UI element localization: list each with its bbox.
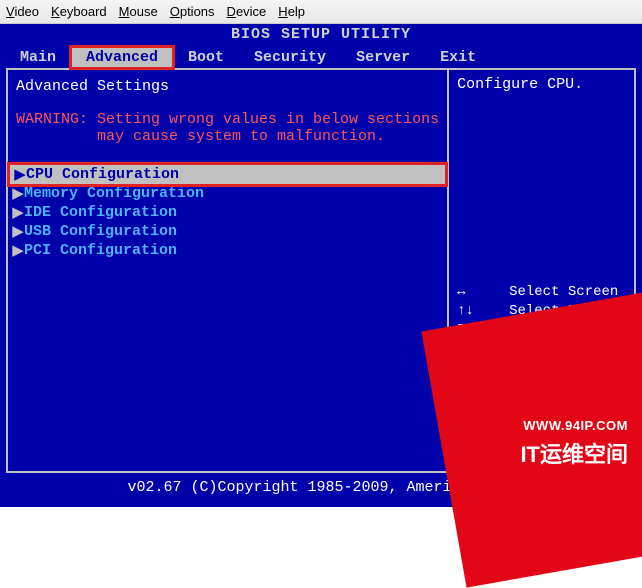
watermark-site: WWW.94IP.COM — [520, 418, 628, 433]
menu-help[interactable]: Help — [278, 4, 305, 19]
triangle-icon: ▶ — [12, 241, 24, 260]
triangle-icon: ▶ — [12, 203, 24, 222]
item-label: USB Configuration — [24, 223, 177, 240]
viewer-menu-bar: Video Keyboard Mouse Options Device Help — [0, 0, 642, 24]
item-memory-configuration[interactable]: ▶ Memory Configuration — [8, 184, 447, 203]
item-label: IDE Configuration — [24, 204, 177, 221]
bios-title: BIOS SETUP UTILITY — [0, 24, 642, 46]
context-help: Configure CPU. — [457, 76, 626, 93]
tab-advanced[interactable]: Advanced — [72, 48, 172, 67]
item-cpu-configuration[interactable]: ▶ CPU Configuration — [10, 165, 445, 184]
menu-options[interactable]: Options — [170, 4, 215, 19]
key-arrows-lr: ↔ — [457, 283, 509, 302]
menu-mouse[interactable]: Mouse — [119, 4, 158, 19]
warning-text: WARNING: Setting wrong values in below s… — [8, 109, 447, 147]
tab-exit[interactable]: Exit — [426, 48, 490, 67]
item-pci-configuration[interactable]: ▶ PCI Configuration — [8, 241, 447, 260]
menu-device[interactable]: Device — [227, 4, 267, 19]
triangle-icon: ▶ — [14, 165, 26, 184]
item-label: Memory Configuration — [24, 185, 204, 202]
bios-tab-bar: Main Advanced Boot Security Server Exit — [0, 46, 642, 68]
item-label: CPU Configuration — [26, 166, 179, 183]
tab-main[interactable]: Main — [6, 48, 70, 67]
triangle-icon: ▶ — [12, 222, 24, 241]
item-usb-configuration[interactable]: ▶ USB Configuration — [8, 222, 447, 241]
left-pane: Advanced Settings WARNING: Setting wrong… — [6, 70, 449, 473]
menu-keyboard[interactable]: Keyboard — [51, 4, 107, 19]
watermark-text: WWW.94IP.COM IT运维空间 — [520, 418, 628, 469]
triangle-icon: ▶ — [12, 184, 24, 203]
tab-boot[interactable]: Boot — [174, 48, 238, 67]
menu-video[interactable]: Video — [6, 4, 39, 19]
section-title: Advanced Settings — [8, 76, 447, 97]
item-label: PCI Configuration — [24, 242, 177, 259]
tab-security[interactable]: Security — [240, 48, 340, 67]
bios-screen: BIOS SETUP UTILITY Main Advanced Boot Se… — [0, 24, 642, 507]
item-ide-configuration[interactable]: ▶ IDE Configuration — [8, 203, 447, 222]
watermark-cn: IT运维空间 — [520, 437, 628, 469]
tab-server[interactable]: Server — [342, 48, 424, 67]
